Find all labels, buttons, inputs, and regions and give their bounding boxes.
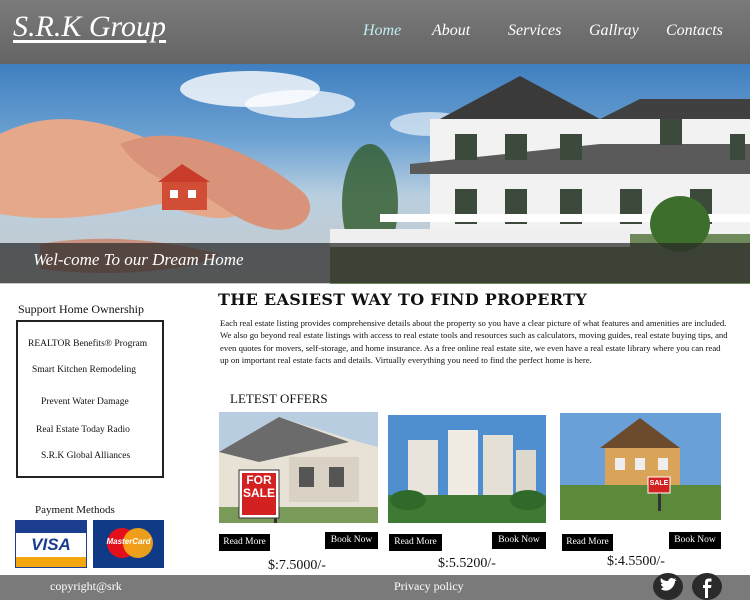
offer-image-3[interactable]: SALE: [560, 413, 721, 520]
read-more-button-3[interactable]: Read More: [562, 534, 613, 551]
sidebar-item-global-alliances[interactable]: S.R.K Global Alliances: [41, 451, 130, 461]
book-now-button-1[interactable]: Book Now: [325, 532, 378, 549]
nav-services[interactable]: Services: [508, 22, 561, 40]
visa-card-icon: VISA: [15, 520, 87, 568]
offer-image-2[interactable]: [388, 415, 546, 523]
sale-sign: SALE: [649, 480, 669, 487]
book-now-button-2[interactable]: Book Now: [492, 532, 546, 549]
mastercard-label: MasterCard: [106, 537, 151, 546]
nav-home[interactable]: Home: [363, 22, 401, 40]
offer-image-1[interactable]: FOR SALE: [219, 412, 378, 523]
offer-price-3: $:4.5500/-: [607, 554, 665, 569]
offer-price-2: $:5.5200/-: [438, 556, 496, 571]
read-more-button-2[interactable]: Read More: [389, 534, 442, 551]
visa-label: VISA: [31, 535, 71, 554]
offers-heading: LETEST OFFERS: [230, 391, 328, 406]
nav-gallery[interactable]: Gallray: [589, 22, 639, 40]
book-now-button-3[interactable]: Book Now: [669, 532, 721, 549]
mastercard-icon: MasterCard: [93, 520, 164, 568]
twitter-icon[interactable]: [653, 573, 683, 600]
sidebar-item-realtor-benefits[interactable]: REALTOR Benefits® Program: [28, 339, 147, 349]
for-sale-sign: FOR SALE: [243, 473, 276, 500]
sidebar-item-kitchen-remodeling[interactable]: Smart Kitchen Remodeling: [32, 365, 136, 375]
site-logo[interactable]: S.R.K Group: [13, 10, 166, 44]
payment-methods-title: Payment Methods: [35, 504, 115, 516]
sidebar-item-water-damage[interactable]: Prevent Water Damage: [41, 397, 129, 407]
offer-price-1: $:7.5000/-: [268, 558, 326, 573]
nav-about[interactable]: About: [432, 22, 470, 40]
copyright-text: copyright@srk: [50, 579, 122, 593]
welcome-text: Wel-come To our Dream Home: [33, 250, 244, 269]
nav-contacts[interactable]: Contacts: [666, 22, 723, 40]
facebook-icon[interactable]: [692, 573, 722, 600]
sidebar-links-box: REALTOR Benefits® Program Smart Kitchen …: [16, 320, 164, 478]
sidebar-title: Support Home Ownership: [18, 302, 144, 316]
read-more-button-1[interactable]: Read More: [219, 534, 270, 551]
privacy-policy-link[interactable]: Privacy policy: [394, 579, 464, 594]
main-heading: THE EASIEST WAY TO FIND PROPERTY: [218, 290, 587, 309]
sidebar-item-radio[interactable]: Real Estate Today Radio: [36, 425, 130, 435]
main-description: Each real estate listing provides compre…: [220, 318, 728, 365]
